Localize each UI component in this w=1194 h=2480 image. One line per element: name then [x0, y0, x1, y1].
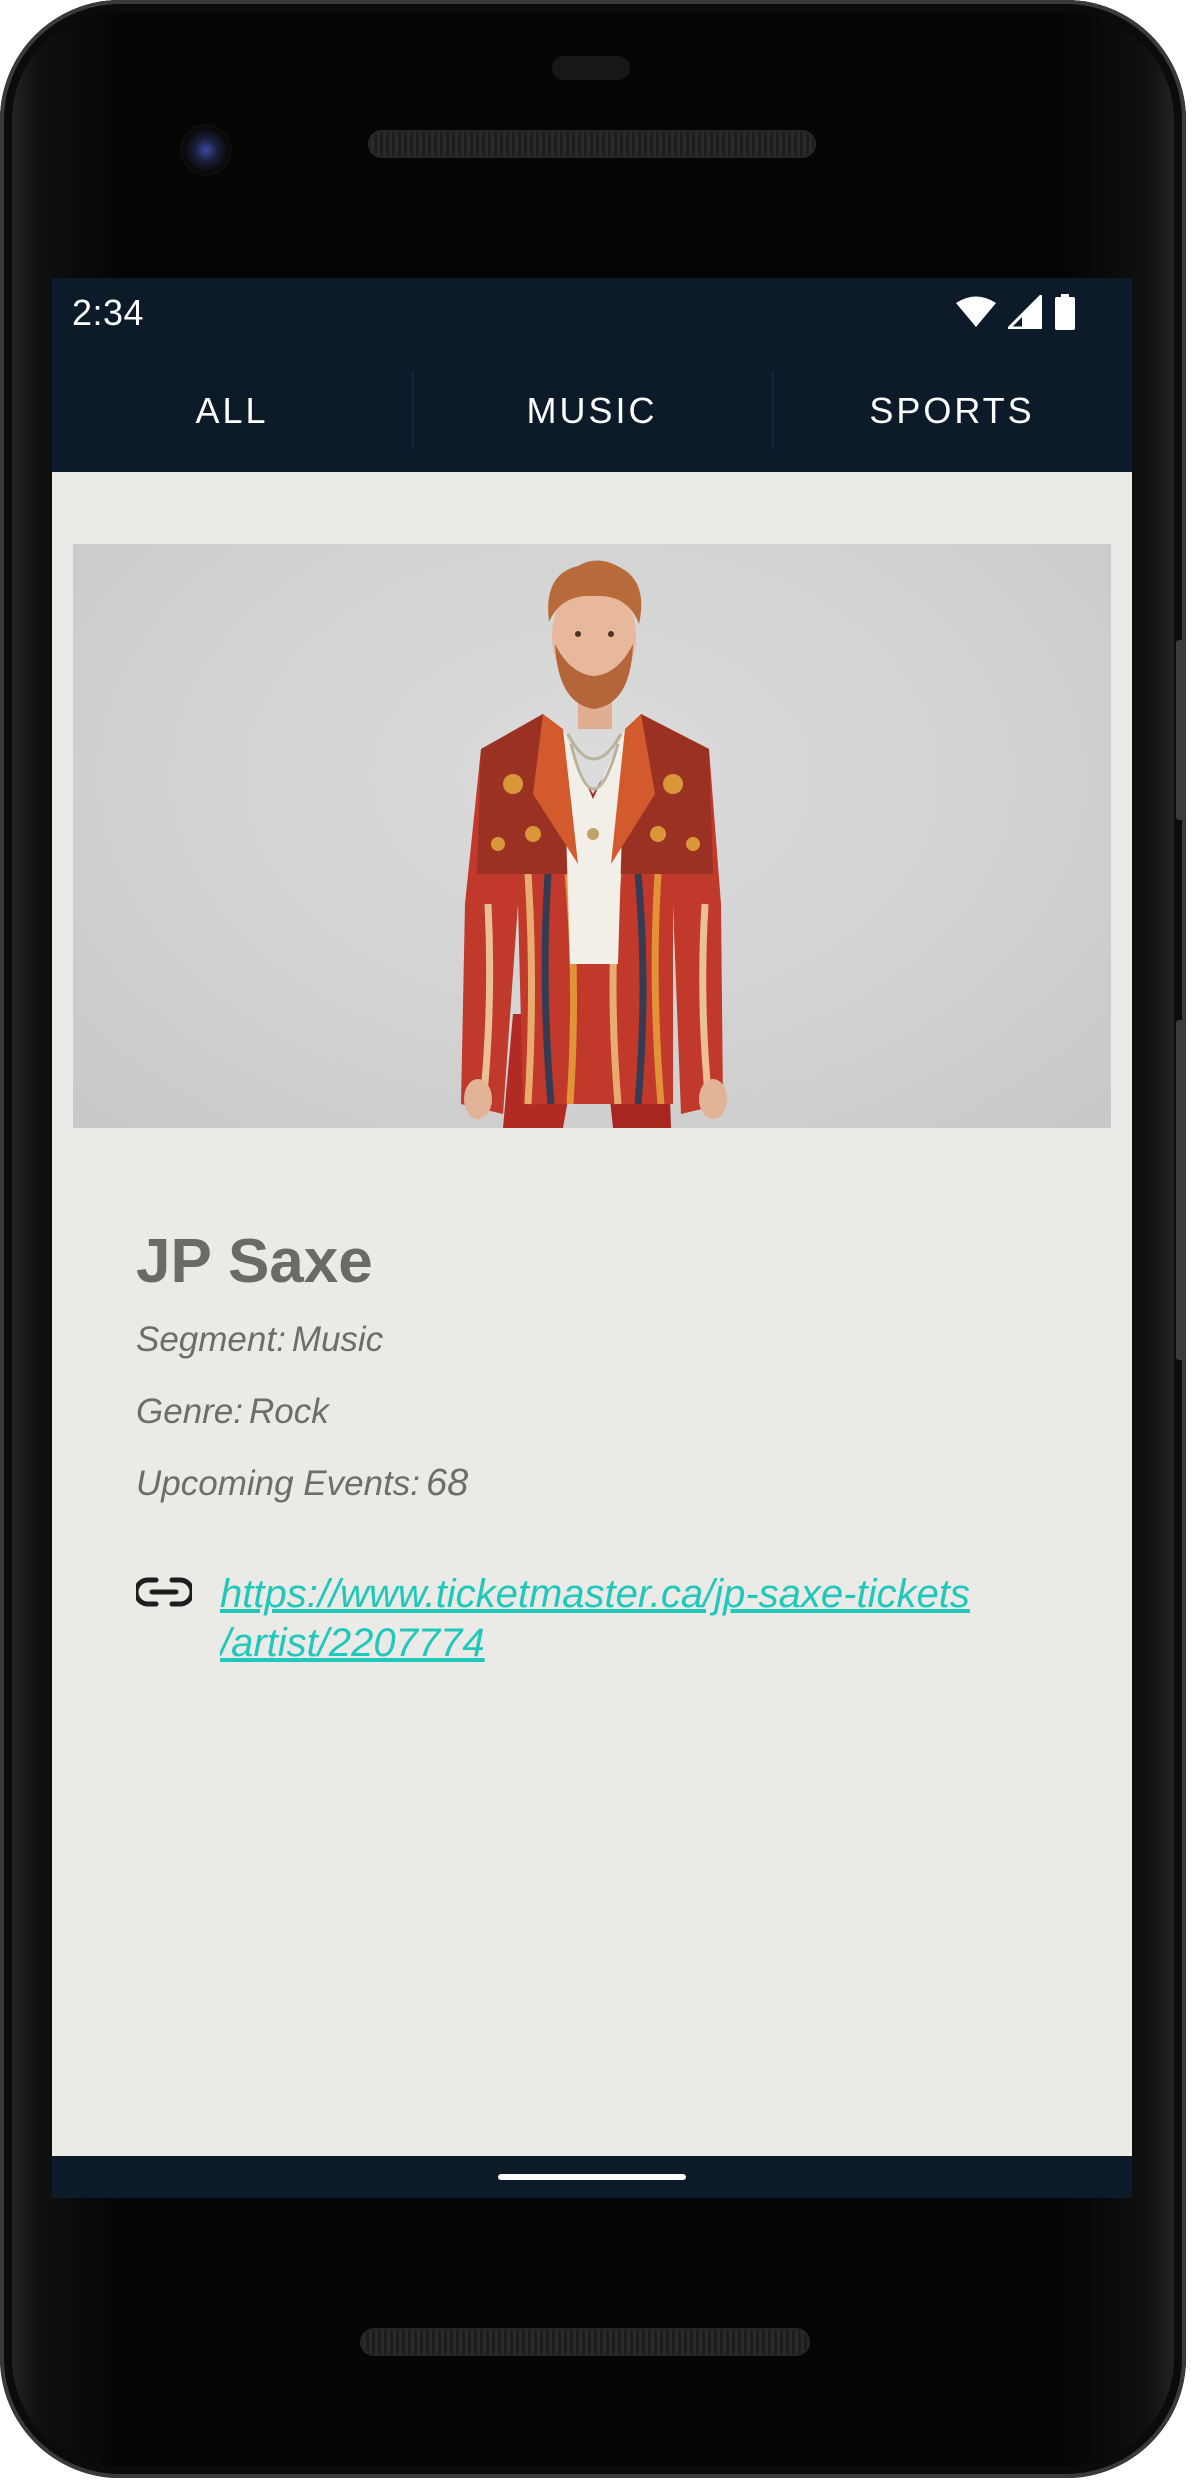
genre-label: Genre:	[136, 1392, 243, 1431]
phone-frame: 2:34 ALL MUSIC SPORTS JP Saxe Segment: M…	[0, 0, 1186, 2478]
artist-detail: JP Saxe Segment: Music Genre: Rock Upcomin…	[52, 472, 1132, 2156]
home-gesture-handle[interactable]	[498, 2174, 686, 2180]
segment-label: Segment:	[136, 1320, 286, 1359]
bottom-speaker	[360, 2328, 810, 2356]
link-icon	[136, 1577, 192, 1607]
artist-name: JP Saxe	[136, 1227, 373, 1296]
sensor-notch	[552, 56, 630, 80]
cellular-signal-icon	[1008, 295, 1042, 329]
tab-music[interactable]: MUSIC	[412, 350, 772, 472]
tab-all[interactable]: ALL	[52, 350, 412, 472]
tab-sports[interactable]: SPORTS	[772, 350, 1132, 472]
segment-row: Segment: Music	[136, 1320, 383, 1360]
wifi-icon	[956, 296, 996, 327]
tab-bar: ALL MUSIC SPORTS	[52, 350, 1132, 472]
screen: 2:34 ALL MUSIC SPORTS JP Saxe Segment: M…	[52, 278, 1132, 2198]
upcoming-events-value: 68	[426, 1462, 469, 1504]
volume-button	[1176, 1020, 1186, 1360]
status-bar: 2:34	[52, 278, 1132, 350]
ticketmaster-link[interactable]: https://www.ticketmaster.ca/jp-saxe-tick…	[220, 1570, 998, 1668]
front-camera	[180, 124, 232, 176]
status-icons	[956, 292, 1076, 332]
artist-photo	[73, 544, 1111, 1128]
link-line-2[interactable]: /artist/2207774	[220, 1619, 998, 1668]
battery-icon	[1055, 294, 1075, 330]
upcoming-events-row: Upcoming Events: 68	[136, 1462, 468, 1505]
segment-value: Music	[291, 1320, 384, 1359]
top-speaker	[368, 130, 816, 158]
genre-row: Genre: Rock	[136, 1392, 329, 1432]
power-button	[1176, 640, 1186, 820]
navigation-bar	[52, 2156, 1132, 2198]
upcoming-events-label: Upcoming Events:	[136, 1464, 421, 1503]
genre-value: Rock	[249, 1392, 329, 1431]
status-time: 2:34	[72, 292, 145, 333]
link-line-1[interactable]: https://www.ticketmaster.ca/jp-saxe-tick…	[220, 1570, 998, 1619]
